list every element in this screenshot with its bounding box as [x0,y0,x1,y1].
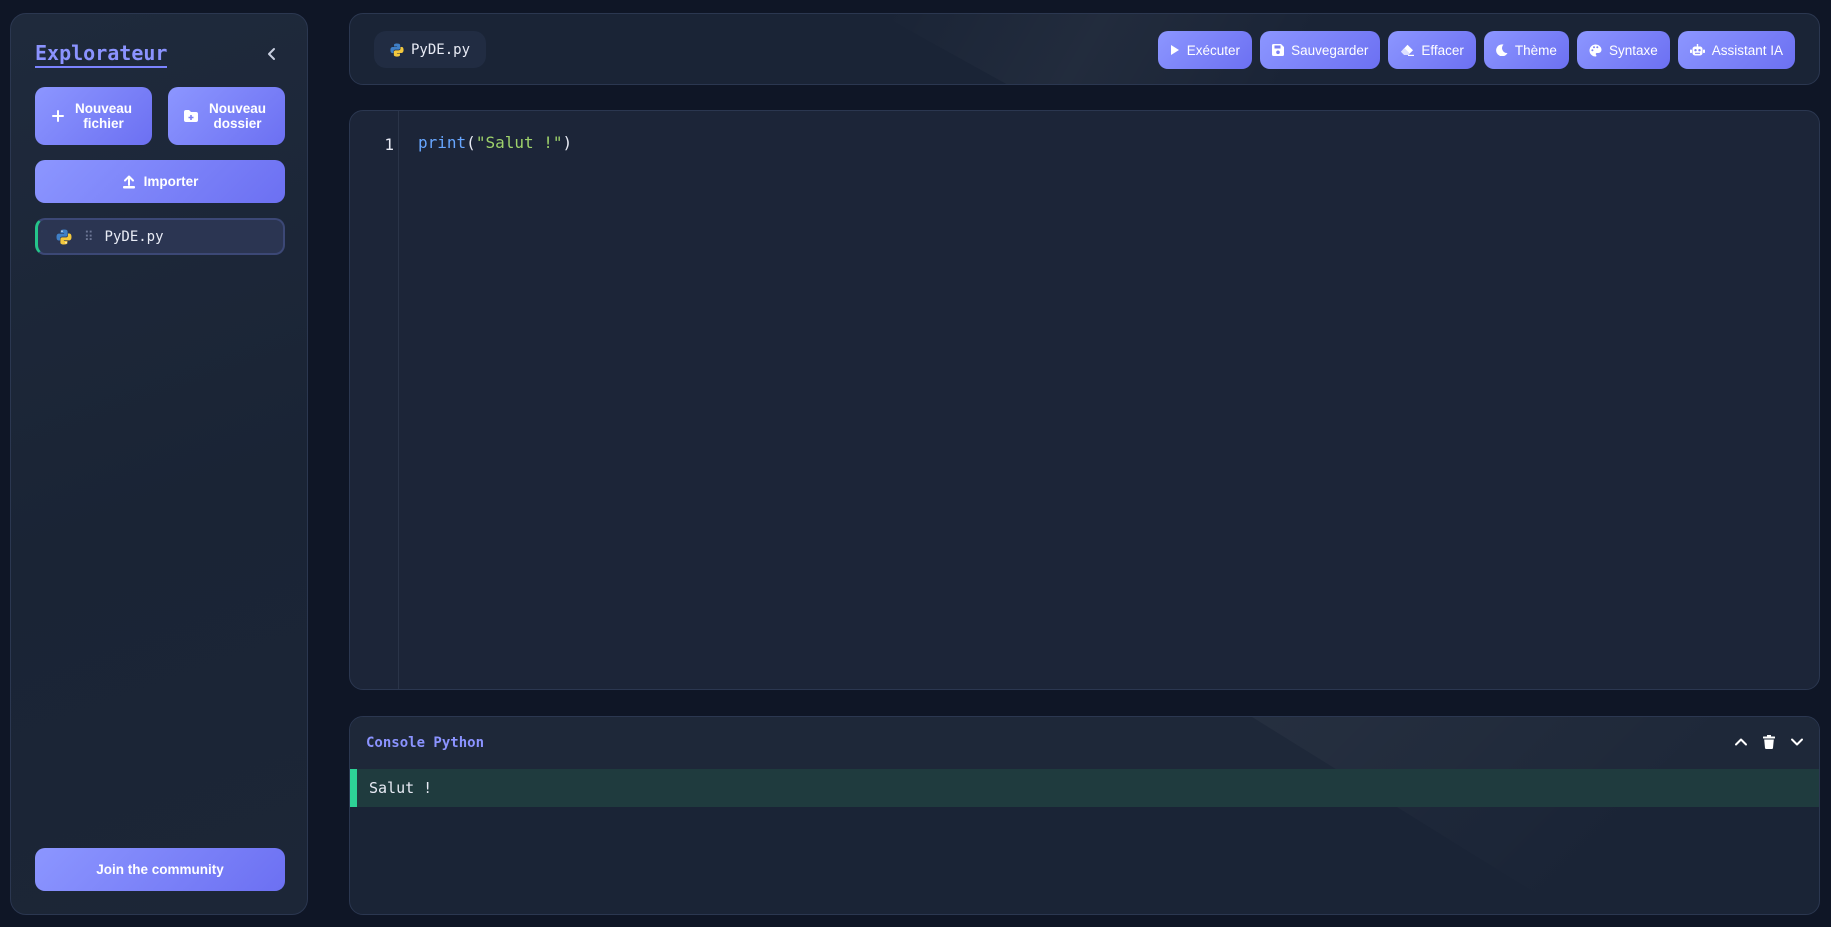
console-title: Console Python [366,735,485,751]
chevron-up-icon[interactable] [1733,734,1749,750]
code-editor[interactable]: 1 print("Salut !") [349,110,1820,690]
import-label: Importer [143,174,199,189]
import-button[interactable]: Importer [35,160,285,203]
moon-icon [1496,44,1508,56]
python-console: Console Python Salut ! [349,716,1820,915]
new-file-label: Nouveau fichier [74,101,132,131]
clear-label: Effacer [1421,42,1464,58]
save-label: Sauvegarder [1291,42,1369,58]
save-button[interactable]: Sauvegarder [1260,31,1381,69]
theme-button[interactable]: Thème [1483,31,1569,69]
code-line[interactable]: print("Salut !") [418,133,572,152]
collapse-sidebar-button[interactable] [261,43,283,65]
new-folder-button[interactable]: Nouveau dossier [168,87,285,145]
file-name: PyDE.py [104,228,164,245]
drag-handle-icon[interactable]: ⠿ [84,229,93,245]
chevron-down-icon[interactable] [1789,734,1805,750]
python-icon [390,42,404,57]
ai-assistant-button[interactable]: Assistant IA [1677,31,1795,69]
sidebar: Explorateur Nouveau fichier Nouveau doss… [10,13,308,915]
line-number: 1 [384,135,394,154]
line-number-gutter: 1 [350,111,399,689]
syntax-label: Syntaxe [1608,42,1658,58]
plus-icon [51,110,64,122]
eraser-icon [1400,44,1415,56]
trash-icon[interactable] [1761,734,1777,750]
new-folder-label: Nouveau dossier [208,101,266,131]
join-community-label: Join the community [96,862,224,877]
tab-pyde[interactable]: PyDE.py [374,31,487,68]
console-actions [1733,734,1805,750]
upload-icon [122,175,136,189]
console-output-text: Salut ! [369,779,433,797]
syntax-button[interactable]: Syntaxe [1576,31,1670,69]
explorer-title: Explorateur [35,41,168,68]
robot-icon [1689,44,1705,56]
python-icon [56,229,72,245]
join-community-button[interactable]: Join the community [35,848,285,891]
ai-assistant-label: Assistant IA [1711,42,1783,58]
code-token-function: print [418,133,467,152]
palette-icon [1589,44,1602,57]
play-icon [1170,44,1180,56]
floppy-disk-icon [1272,44,1285,56]
clear-button[interactable]: Effacer [1388,31,1476,69]
code-token-paren-close: ) [562,133,573,152]
code-token-paren-open: ( [466,133,476,152]
run-label: Exécuter [1186,42,1241,58]
run-button[interactable]: Exécuter [1157,31,1253,69]
tab-label: PyDE.py [411,41,471,58]
sidebar-header: Explorateur [35,41,283,71]
chevron-left-icon [268,48,275,60]
toolbar: Exécuter Sauvegarder Effacer Thème Synta… [1157,31,1795,69]
console-output-line: Salut ! [350,769,1819,807]
file-item[interactable]: ⠿ PyDE.py [35,218,285,255]
folder-plus-icon [183,110,198,122]
new-file-button[interactable]: Nouveau fichier [35,87,152,145]
top-bar: PyDE.py Exécuter Sauvegarder Effacer Thè… [349,13,1820,85]
code-token-string: "Salut !" [475,133,563,152]
theme-label: Thème [1514,42,1557,58]
